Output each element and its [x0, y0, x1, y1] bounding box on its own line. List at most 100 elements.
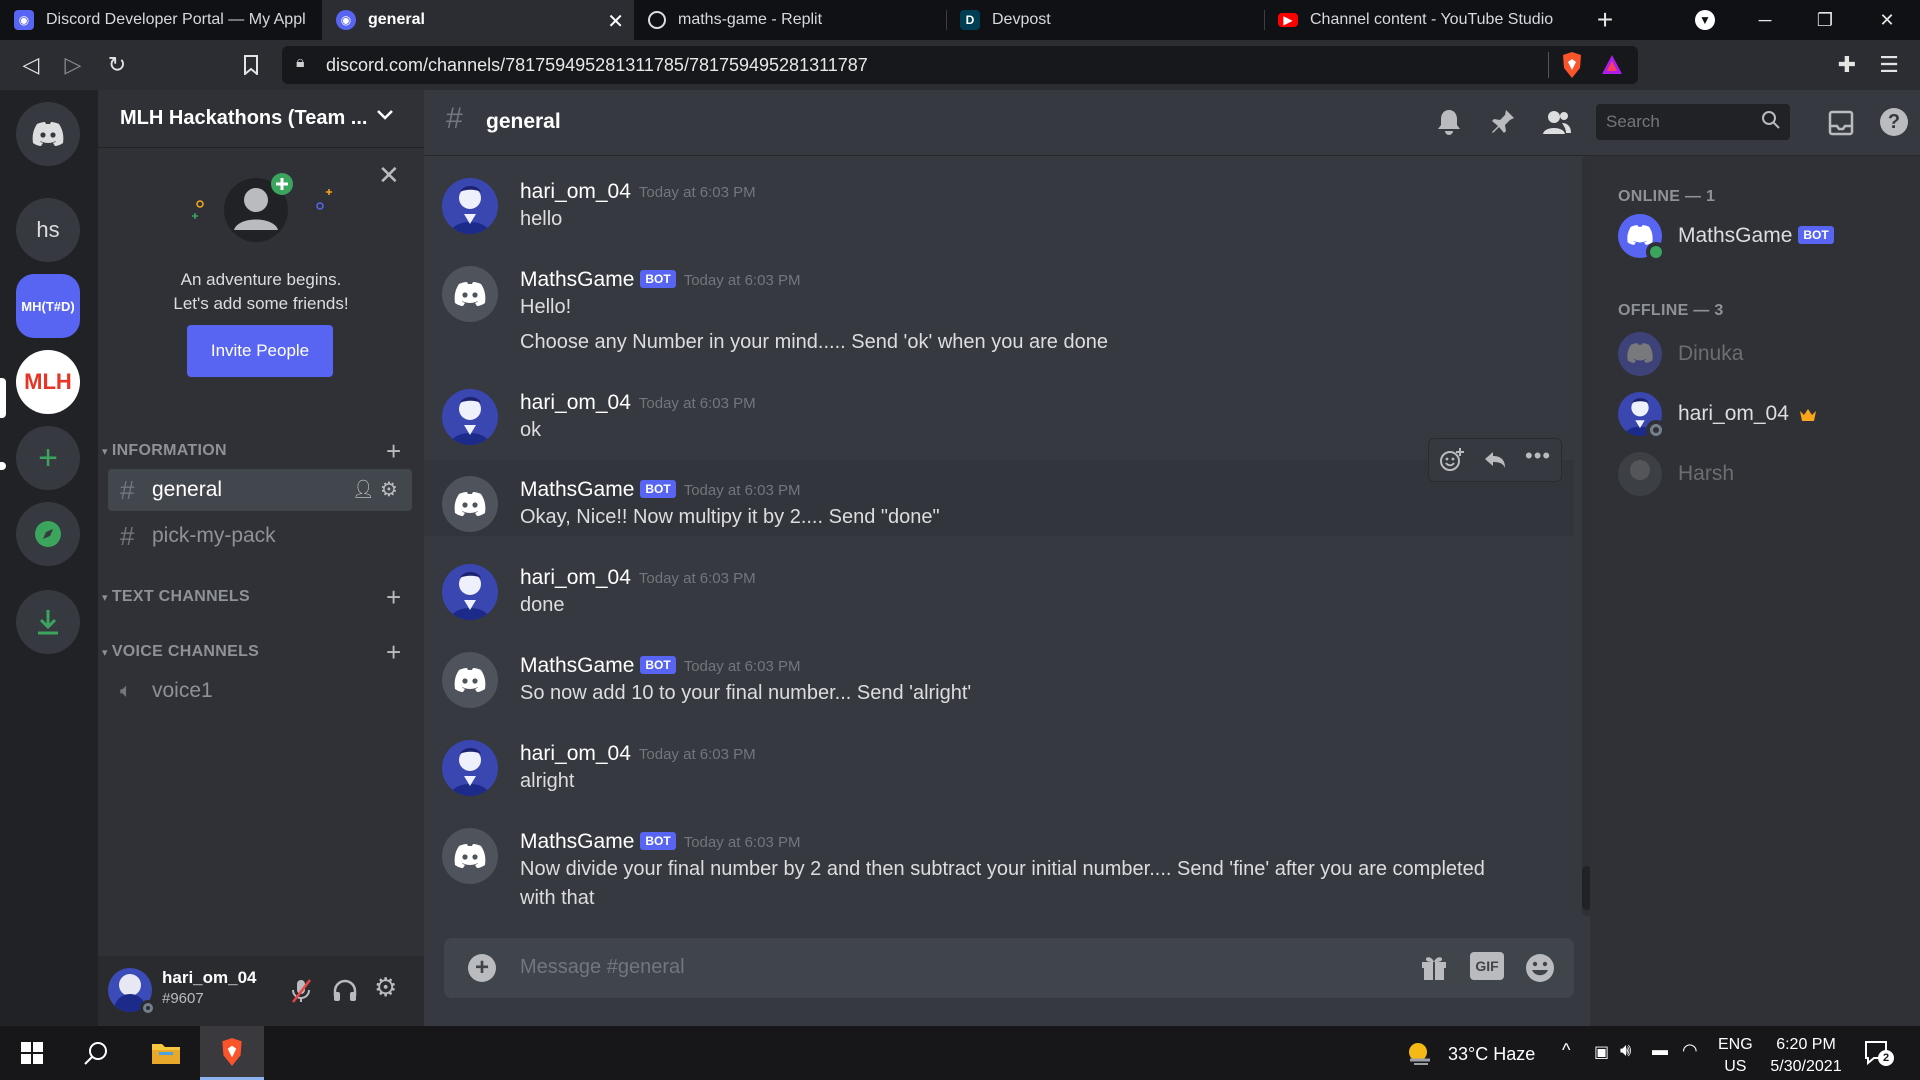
- avatar[interactable]: [442, 828, 498, 884]
- reply-icon[interactable]: [1483, 449, 1507, 476]
- close-window-button[interactable]: ✕: [1864, 0, 1910, 40]
- extensions-icon[interactable]: ✚: [1830, 48, 1864, 82]
- bookmark-icon[interactable]: [234, 48, 268, 82]
- avatar[interactable]: [442, 266, 498, 322]
- gif-button[interactable]: GIF: [1470, 952, 1504, 980]
- server-mlh[interactable]: MLH: [16, 350, 80, 414]
- message-author[interactable]: MathsGame: [520, 478, 634, 501]
- invite-people-button[interactable]: Invite People: [187, 325, 333, 377]
- menu-icon[interactable]: ☰: [1872, 48, 1906, 82]
- emoji-icon[interactable]: [1524, 952, 1556, 989]
- category-information[interactable]: ▾ INFORMATION +: [102, 436, 401, 466]
- brave-browser-icon[interactable]: [200, 1026, 264, 1080]
- member-list-icon[interactable]: [1542, 108, 1572, 141]
- brave-shield-icon[interactable]: [1560, 51, 1584, 84]
- help-icon[interactable]: ?: [1880, 108, 1908, 136]
- wifi-icon[interactable]: ◠: [1682, 1040, 1698, 1061]
- server-mh-team[interactable]: MH(T#D): [16, 274, 80, 338]
- brave-rewards-icon[interactable]: [1600, 53, 1624, 82]
- avatar[interactable]: [442, 476, 498, 532]
- avatar[interactable]: [442, 564, 498, 620]
- close-tab-icon[interactable]: ✕: [607, 9, 624, 34]
- gear-icon[interactable]: ⚙: [380, 477, 398, 502]
- tab-youtube-studio[interactable]: ▶ Channel content - YouTube Studio: [1264, 0, 1564, 40]
- reload-button[interactable]: ↻: [100, 48, 134, 82]
- explore-servers-button[interactable]: [16, 502, 80, 566]
- message-author[interactable]: MathsGame: [520, 830, 634, 853]
- more-options-icon[interactable]: •••: [1525, 443, 1551, 469]
- clock[interactable]: 6:20 PM 5/30/2021: [1764, 1034, 1848, 1078]
- download-apps-button[interactable]: [16, 590, 80, 654]
- inbox-icon[interactable]: [1828, 110, 1854, 141]
- tab-general[interactable]: ◉ general ✕: [322, 0, 634, 40]
- close-icon[interactable]: ✕: [378, 160, 400, 191]
- back-button[interactable]: ◁: [14, 48, 48, 82]
- notification-bell-icon[interactable]: [1436, 108, 1462, 141]
- category-voice-channels[interactable]: ▾ VOICE CHANNELS +: [102, 637, 401, 667]
- create-channel-icon[interactable]: +: [386, 637, 401, 668]
- weather-text[interactable]: 33°C Haze: [1448, 1044, 1535, 1065]
- search-input[interactable]: Search: [1596, 104, 1790, 140]
- weather-icon[interactable]: [1406, 1040, 1434, 1071]
- meet-now-icon[interactable]: ▣: [1594, 1042, 1609, 1062]
- message-author[interactable]: MathsGame: [520, 268, 634, 291]
- add-server-button[interactable]: +: [16, 426, 80, 490]
- notification-center-icon[interactable]: 2: [1864, 1040, 1894, 1071]
- member-hari-om-04[interactable]: hari_om_04: [1618, 392, 1908, 442]
- avatar[interactable]: [442, 740, 498, 796]
- create-invite-icon[interactable]: 👤︎: [352, 479, 375, 500]
- tab-discord-developer-portal[interactable]: ◉ Discord Developer Portal — My Appl: [0, 0, 322, 40]
- chevron-down-icon: ▼: [1695, 10, 1715, 30]
- message-author[interactable]: MathsGame: [520, 654, 634, 677]
- channel-pick-my-pack[interactable]: # pick-my-pack: [108, 515, 412, 557]
- text-channel-icon: #: [120, 474, 135, 505]
- message-input[interactable]: Message #general: [520, 956, 685, 979]
- tab-search-button[interactable]: ▼: [1682, 0, 1728, 40]
- browser-toolbar: ◁ ▷ ↻ 🔒︎ discord.com/channels/7817594952…: [0, 40, 1920, 90]
- restore-button[interactable]: ❐: [1802, 0, 1848, 40]
- create-channel-icon[interactable]: +: [386, 582, 401, 613]
- gift-icon[interactable]: [1420, 952, 1448, 987]
- minimize-button[interactable]: ─: [1742, 0, 1788, 40]
- new-tab-button[interactable]: +: [1582, 0, 1628, 40]
- tab-devpost[interactable]: D Devpost: [946, 0, 1264, 40]
- create-channel-icon[interactable]: +: [386, 436, 401, 467]
- avatar[interactable]: [442, 389, 498, 445]
- bot-badge: BOT: [640, 656, 676, 674]
- server-header[interactable]: MLH Hackathons (Team ...: [98, 90, 424, 148]
- member-mathsgame[interactable]: MathsGame BOT: [1618, 214, 1908, 264]
- channel-header: # general Search ?: [424, 90, 1920, 156]
- windows-start-icon[interactable]: [0, 1026, 64, 1080]
- avatar[interactable]: [442, 652, 498, 708]
- message-author[interactable]: hari_om_04: [520, 742, 631, 765]
- headphones-icon[interactable]: [332, 978, 358, 1007]
- home-button[interactable]: [16, 102, 80, 166]
- member-dinuka[interactable]: Dinuka: [1618, 332, 1908, 382]
- offline-header: OFFLINE — 3: [1618, 302, 1724, 319]
- search-icon[interactable]: [64, 1026, 128, 1080]
- mute-microphone-icon[interactable]: [290, 978, 312, 1009]
- member-harsh[interactable]: Harsh: [1618, 452, 1908, 502]
- tab-replit[interactable]: maths-game - Replit: [634, 0, 946, 40]
- message-text: Hello!: [520, 296, 572, 318]
- address-bar[interactable]: 🔒︎ discord.com/channels/7817594952813117…: [282, 46, 1638, 84]
- battery-icon[interactable]: ▬: [1652, 1042, 1668, 1060]
- channel-general[interactable]: # general 👤︎ ⚙: [108, 469, 412, 511]
- message-author[interactable]: hari_om_04: [520, 391, 631, 414]
- message-author[interactable]: hari_om_04: [520, 180, 631, 203]
- language-indicator[interactable]: ENG US: [1718, 1034, 1753, 1078]
- file-explorer-icon[interactable]: [134, 1026, 198, 1080]
- pin-icon[interactable]: [1490, 108, 1516, 141]
- user-settings-gear-icon[interactable]: ⚙: [374, 972, 397, 1003]
- server-hs[interactable]: hs: [16, 198, 80, 262]
- message-timestamp: Today at 6:03 PM: [638, 184, 756, 201]
- add-reaction-icon[interactable]: [1439, 447, 1465, 478]
- upload-plus-icon[interactable]: +: [468, 954, 496, 982]
- volume-icon[interactable]: 🔊︎: [1620, 1040, 1631, 1061]
- forward-button[interactable]: ▷: [56, 48, 90, 82]
- chevron-up-icon[interactable]: ^: [1562, 1040, 1570, 1061]
- avatar[interactable]: [442, 178, 498, 234]
- message-author[interactable]: hari_om_04: [520, 566, 631, 589]
- channel-voice1[interactable]: 🔈︎ voice1: [108, 670, 412, 712]
- category-text-channels[interactable]: ▾ TEXT CHANNELS +: [102, 582, 401, 612]
